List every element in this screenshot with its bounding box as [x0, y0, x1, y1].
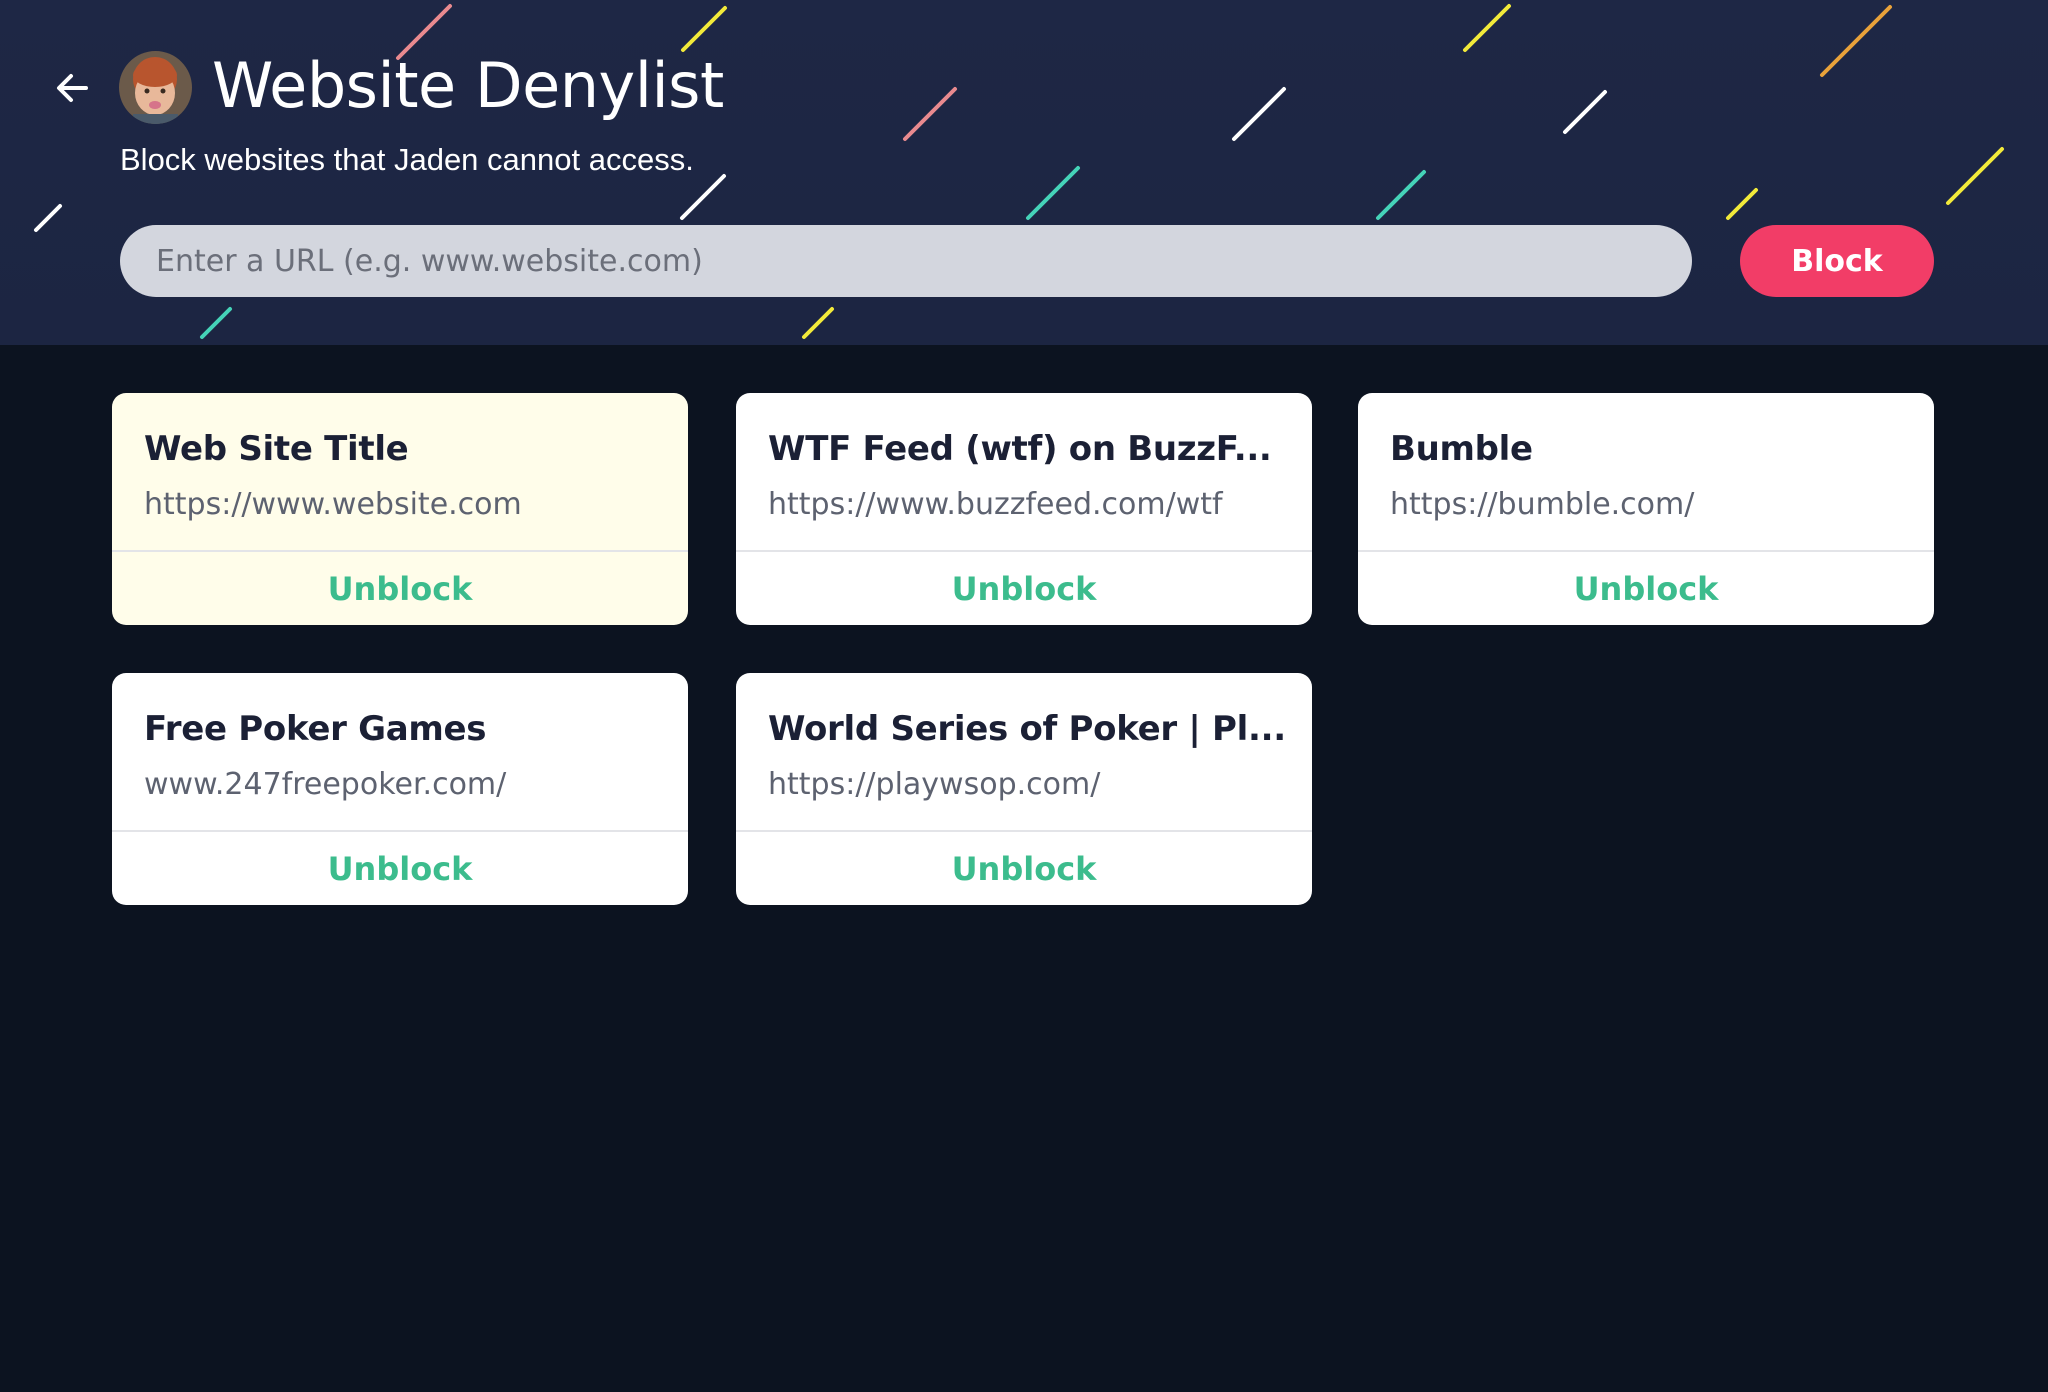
- page-subtitle: Block websites that Jaden cannot access.: [120, 142, 694, 177]
- site-card: WTF Feed (wtf) on BuzzF... https://www.b…: [736, 393, 1312, 625]
- url-input[interactable]: [120, 225, 1692, 297]
- unblock-button[interactable]: Unblock: [112, 832, 688, 905]
- site-title: Web Site Title: [144, 429, 409, 469]
- site-title: World Series of Poker | Pl...: [768, 709, 1286, 749]
- site-title: Bumble: [1390, 429, 1533, 469]
- child-avatar-icon: [119, 51, 192, 124]
- unblock-button[interactable]: Unblock: [736, 832, 1312, 905]
- site-card: World Series of Poker | Pl... https://pl…: [736, 673, 1312, 905]
- site-url: https://www.website.com: [144, 487, 522, 522]
- site-url: https://bumble.com/: [1390, 487, 1695, 522]
- arrow-left-icon: [57, 74, 88, 102]
- header-banner: Website Denylist Block websites that Jad…: [0, 0, 2048, 345]
- block-button[interactable]: Block: [1740, 225, 1934, 297]
- unblock-button[interactable]: Unblock: [1358, 552, 1934, 625]
- site-card: Free Poker Games www.247freepoker.com/ U…: [112, 673, 688, 905]
- site-url: https://playwsop.com/: [768, 767, 1101, 802]
- site-url: https://www.buzzfeed.com/wtf: [768, 487, 1223, 522]
- site-card: Bumble https://bumble.com/ Unblock: [1358, 393, 1934, 625]
- site-card: Web Site Title https://www.website.com U…: [112, 393, 688, 625]
- site-title: WTF Feed (wtf) on BuzzF...: [768, 429, 1272, 469]
- unblock-button[interactable]: Unblock: [736, 552, 1312, 625]
- page-title: Website Denylist: [212, 49, 724, 122]
- back-button[interactable]: [48, 64, 96, 112]
- avatar: [119, 51, 192, 124]
- site-title: Free Poker Games: [144, 709, 487, 749]
- site-url: www.247freepoker.com/: [144, 767, 507, 802]
- unblock-button[interactable]: Unblock: [112, 552, 688, 625]
